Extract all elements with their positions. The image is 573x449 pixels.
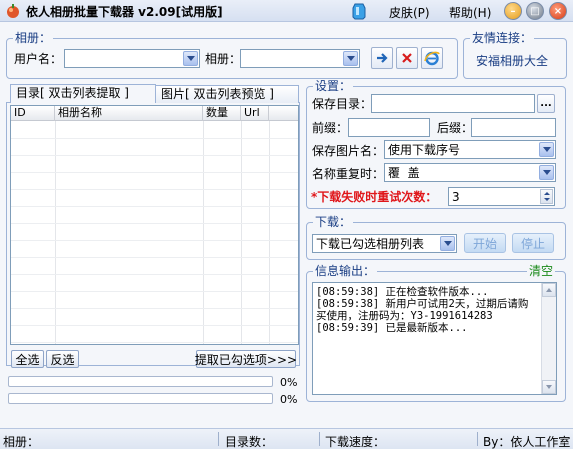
download-mode-value: 下载已勾选相册列表 (316, 237, 425, 251)
chevron-down-icon[interactable] (343, 51, 358, 66)
save-dir-input[interactable] (371, 94, 535, 113)
suffix-input[interactable] (471, 118, 556, 137)
col-header-count[interactable]: 数量 (203, 106, 241, 121)
album-group-legend: 相册： (13, 31, 54, 45)
prefix-input[interactable] (348, 118, 430, 137)
log-line: [08:59:39] 已是最新版本... (316, 322, 468, 334)
username-combo[interactable] (64, 49, 200, 68)
status-album-label: 相册： (3, 435, 40, 449)
extract-selected-button[interactable]: 提取已勾选项>>> (195, 350, 297, 368)
save-name-label: 保存图片名： (312, 144, 385, 158)
status-author: By：依人工作室 (483, 435, 571, 449)
tab-directory[interactable]: 目录[ 双击列表提取 ] (10, 84, 156, 103)
status-dir-count-label: 目录数： (225, 435, 274, 449)
browse-button[interactable]: ... (537, 94, 555, 113)
friend-link[interactable]: 安福相册大全 (476, 52, 548, 69)
chevron-down-icon[interactable] (539, 165, 554, 180)
chevron-down-icon[interactable] (183, 51, 198, 66)
stop-button[interactable]: 停止 (512, 233, 554, 253)
tab-directory-label: 目录[ 双击列表提取 ] (16, 86, 129, 100)
download-legend: 下载： (313, 215, 354, 229)
chevron-down-icon[interactable] (539, 142, 554, 157)
prefix-label: 前缀： (312, 121, 349, 135)
log-scrollbar[interactable] (541, 283, 556, 394)
menu-help[interactable]: 帮助(H) (449, 4, 491, 21)
save-name-combo[interactable]: 使用下载序号 (384, 140, 556, 159)
duplicate-label: 名称重复时： (312, 167, 385, 181)
scroll-up-icon[interactable] (542, 283, 556, 297)
cancel-button[interactable] (396, 47, 418, 69)
tab-pictures-label: 图片[ 双击列表预览 ] (161, 87, 274, 101)
browser-button[interactable] (421, 47, 443, 69)
save-dir-label: 保存目录： (312, 97, 373, 111)
col-header-url[interactable]: Url (241, 106, 269, 121)
start-button[interactable]: 开始 (464, 233, 506, 253)
info-legend: 信息输出： (313, 264, 378, 278)
progress-text-1: 0% (280, 376, 298, 389)
retry-value: 3 (452, 189, 460, 204)
skin-gem-icon[interactable] (352, 2, 366, 20)
app-icon (7, 4, 19, 18)
log-line: [08:59:38] 正在检查软件版本... (316, 286, 489, 298)
download-mode-combo[interactable]: 下载已勾选相册列表 (312, 234, 457, 253)
ie-browser-icon (424, 51, 440, 66)
progress-text-2: 0% (280, 393, 298, 406)
select-all-button[interactable]: 全选 (11, 350, 44, 368)
log-lines: [08:59:38] 正在检查软件版本... [08:59:38] 新用户可试用2… (316, 286, 538, 334)
list-header: ID 相册名称 数量 Url (11, 106, 298, 121)
duplicate-value: 覆 盖 (388, 166, 420, 180)
invert-selection-button[interactable]: 反选 (46, 350, 79, 368)
title-bar: 依人相册批量下载器 v2.09[试用版] 皮肤(P) 帮助(H) – □ × (0, 0, 573, 22)
info-log[interactable]: [08:59:38] 正在检查软件版本... [08:59:38] 新用户可试用2… (312, 282, 557, 395)
album-list[interactable]: ID 相册名称 数量 Url (10, 105, 299, 345)
log-line: [08:59:38] 新用户可试用2天，过期后请购买使用，注册码为：Y3-199… (316, 298, 529, 322)
username-label: 用户名： (14, 52, 63, 66)
arrow-right-icon (377, 53, 388, 63)
friend-link-legend: 友情连接： (470, 31, 535, 45)
retry-label: *下载失败时重试次数： (311, 190, 438, 204)
col-header-id[interactable]: ID (11, 106, 55, 121)
settings-legend: 设置： (313, 79, 354, 93)
album-label: 相册： (205, 52, 242, 66)
status-bar: 相册： 目录数： 下载速度： By：依人工作室 (0, 428, 573, 449)
save-name-value: 使用下载序号 (388, 143, 461, 157)
album-combo[interactable] (240, 49, 360, 68)
menu-skin[interactable]: 皮肤(P) (389, 4, 430, 21)
status-speed-label: 下载速度： (325, 435, 386, 449)
tab-pictures[interactable]: 图片[ 双击列表预览 ] (155, 85, 299, 103)
red-x-icon (402, 53, 412, 63)
maximize-button[interactable]: □ (526, 2, 544, 20)
col-header-name[interactable]: 相册名称 (55, 106, 203, 121)
scroll-down-icon[interactable] (542, 380, 556, 394)
clear-link[interactable]: 清空 (527, 265, 556, 278)
progress-bar-2 (8, 393, 273, 404)
spinner-arrows-icon[interactable] (540, 189, 553, 204)
suffix-label: 后缀： (437, 121, 474, 135)
chevron-down-icon[interactable] (440, 236, 455, 251)
window-title: 依人相册批量下载器 v2.09[试用版] (26, 5, 223, 19)
duplicate-combo[interactable]: 覆 盖 (384, 163, 556, 182)
retry-spinner[interactable]: 3 (448, 187, 555, 206)
go-button[interactable] (371, 47, 393, 69)
close-button[interactable]: × (549, 2, 567, 20)
minimize-button[interactable]: – (504, 2, 522, 20)
progress-bar-1 (8, 376, 273, 387)
